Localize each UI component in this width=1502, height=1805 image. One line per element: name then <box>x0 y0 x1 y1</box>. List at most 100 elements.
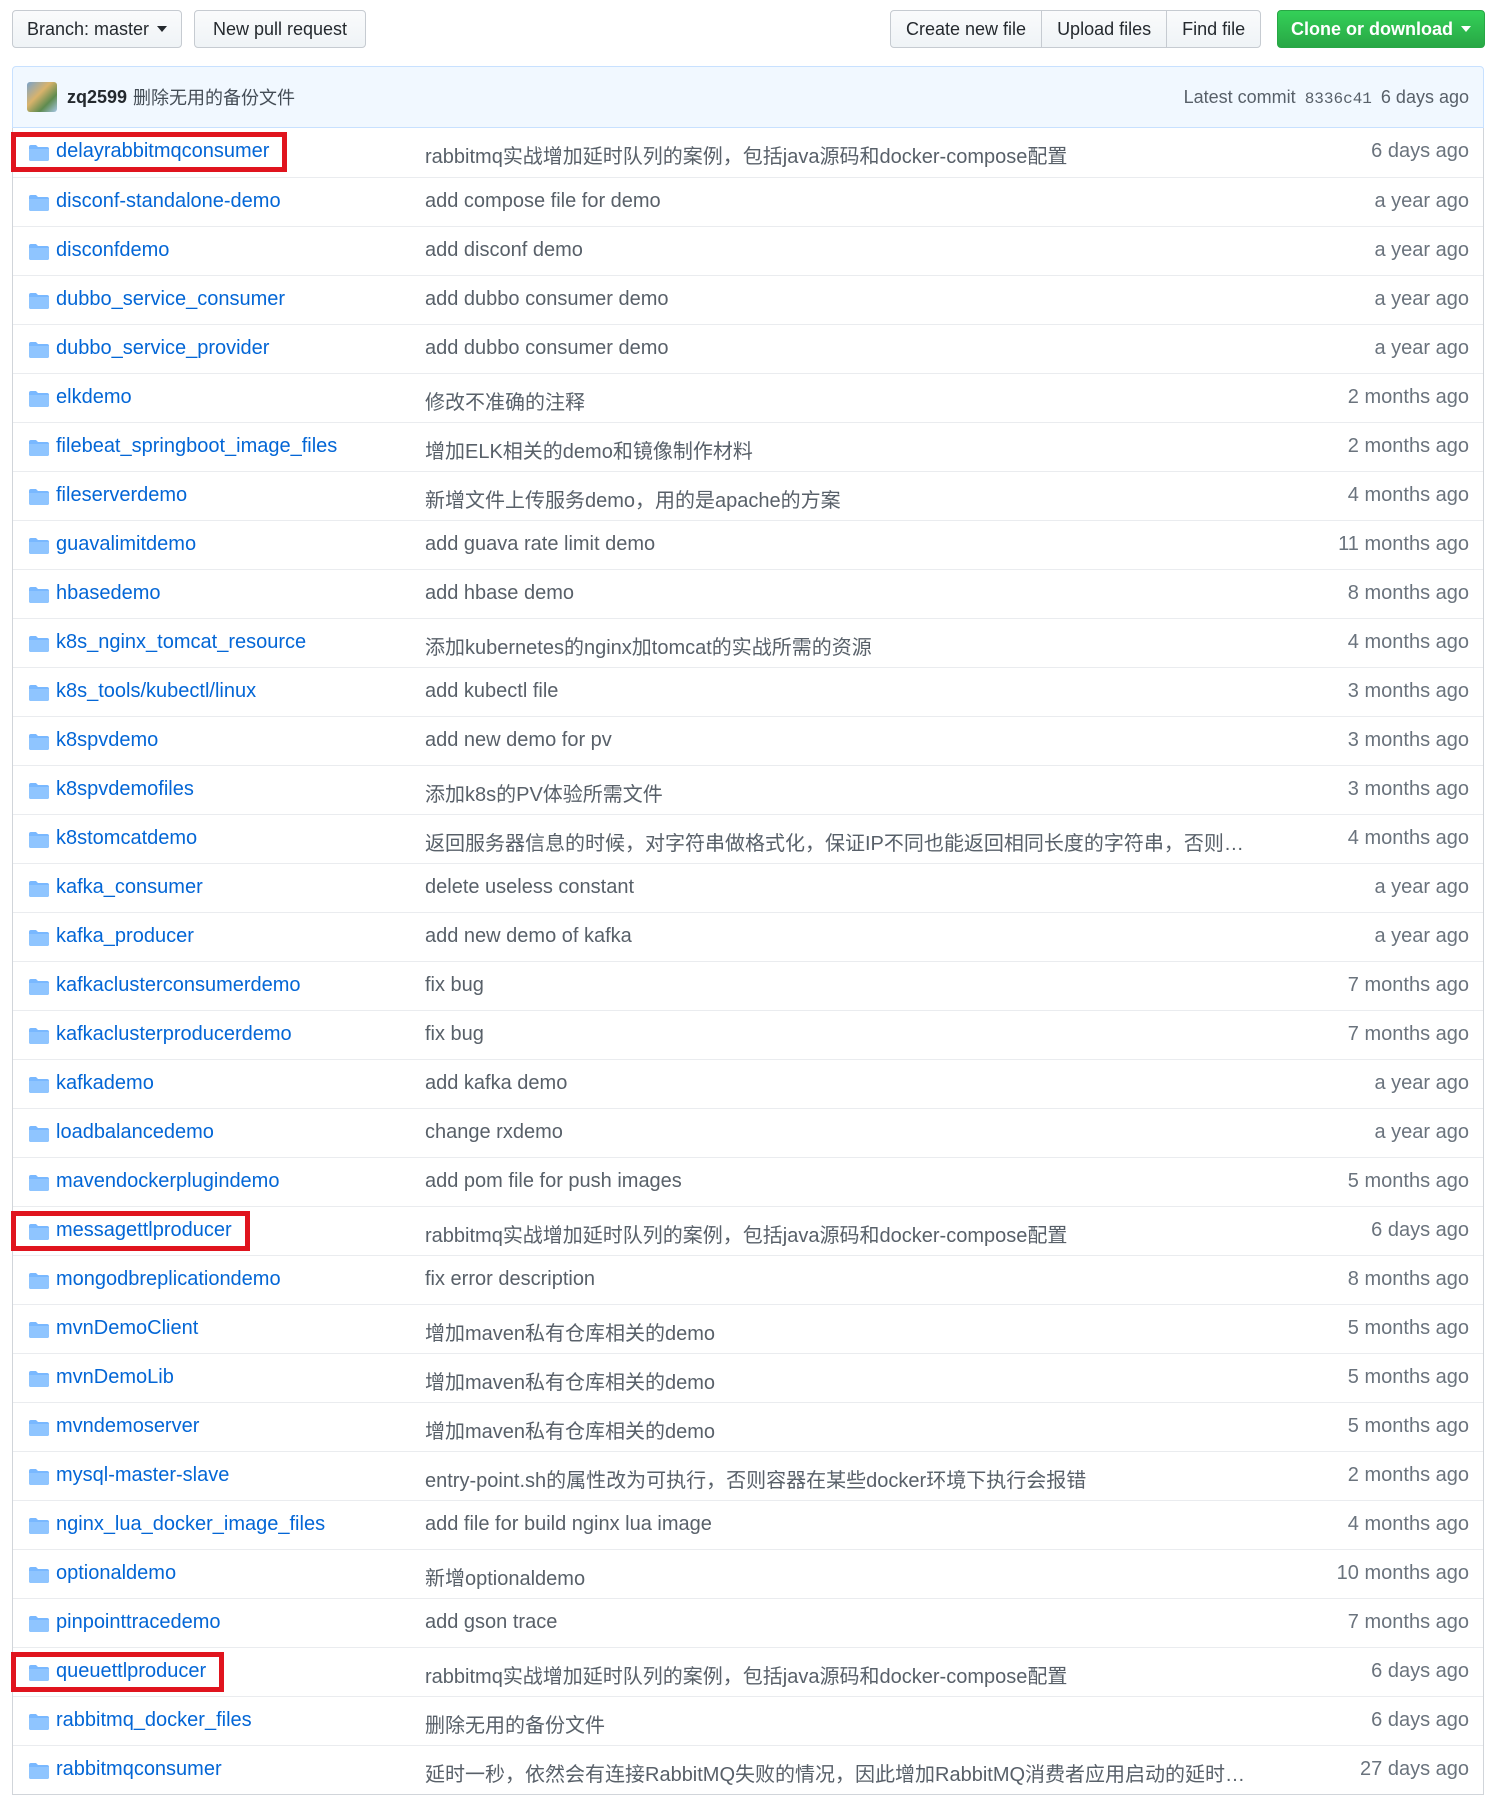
file-name-link[interactable]: mvnDemoClient <box>56 1317 198 1340</box>
commit-age: 5 months ago <box>1347 1317 1469 1339</box>
file-name-link[interactable]: guavalimitdemo <box>56 533 196 556</box>
commit-message-link[interactable]: add guava rate limit demo <box>425 533 1285 556</box>
file-name-link[interactable]: nginx_lua_docker_image_files <box>56 1513 325 1536</box>
file-name-link[interactable]: fileserverdemo <box>56 484 187 507</box>
commit-message-link[interactable]: add kubectl file <box>425 680 1285 703</box>
commit-message-link[interactable]: add new demo for pv <box>425 729 1285 752</box>
table-row: mongodbreplicationdemo fix error descript… <box>13 1255 1483 1304</box>
commit-message-link[interactable]: delete useless constant <box>425 876 1285 899</box>
commit-message-link[interactable]: rabbitmq实战增加延时队列的案例，包括java源码和docker-comp… <box>425 1219 1285 1248</box>
commit-sha-link[interactable]: 8336c41 <box>1305 90 1372 108</box>
avatar[interactable] <box>27 82 57 112</box>
table-row: kafkaclusterconsumerdemo fix bug 7 months … <box>13 961 1483 1010</box>
file-name-link[interactable]: mvndemoserver <box>56 1415 199 1438</box>
file-name-link[interactable]: k8stomcatdemo <box>56 827 197 850</box>
file-name-link[interactable]: loadbalancedemo <box>56 1121 214 1144</box>
commit-message-link[interactable]: 增加maven私有仓库相关的demo <box>425 1317 1285 1346</box>
commit-message-link[interactable]: 修改不准确的注释 <box>425 386 1285 415</box>
commit-message-link[interactable]: 添加kubernetes的nginx加tomcat的实战所需的资源 <box>425 631 1285 660</box>
commit-message-link[interactable]: add file for build nginx lua image <box>425 1513 1285 1536</box>
table-row: kafka_consumer delete useless constant a y… <box>13 863 1483 912</box>
latest-commit-prefix: Latest commit <box>1183 86 1296 107</box>
commit-message-link[interactable]: add new demo of kafka <box>425 925 1285 948</box>
commit-age: a year ago <box>1374 925 1469 947</box>
commit-message-link[interactable]: add dubbo consumer demo <box>425 337 1285 360</box>
branch-select-button[interactable]: Branch: master <box>12 10 182 48</box>
commit-age: 4 months ago <box>1347 827 1469 849</box>
file-name-link[interactable]: kafkademo <box>56 1072 154 1095</box>
commit-message-link[interactable]: 增加maven私有仓库相关的demo <box>425 1366 1285 1395</box>
file-name-link[interactable]: kafka_producer <box>56 925 194 948</box>
table-row: rabbitmqconsumer 延时一秒，依然会有连接RabbitMQ失败的情况… <box>13 1745 1483 1794</box>
commit-message-link[interactable]: fix bug <box>425 974 1285 997</box>
file-name-link[interactable]: elkdemo <box>56 386 132 409</box>
file-name-link[interactable]: kafkaclusterconsumerdemo <box>56 974 301 997</box>
file-name-link[interactable]: disconf-standalone-demo <box>56 190 281 213</box>
commit-message-link[interactable]: change rxdemo <box>425 1121 1285 1144</box>
commit-message-link[interactable]: add gson trace <box>425 1611 1285 1634</box>
commit-message-link[interactable]: 新增文件上传服务demo，用的是apache的方案 <box>425 484 1285 513</box>
commit-author-link[interactable]: zq2599 <box>67 87 127 108</box>
commit-message-link[interactable]: add pom file for push images <box>425 1170 1285 1193</box>
file-name-link[interactable]: mvnDemoLib <box>56 1366 174 1389</box>
table-row: dubbo_service_consumer add dubbo consumer… <box>13 275 1483 324</box>
file-name-link[interactable]: mysql-master-slave <box>56 1464 229 1487</box>
file-name-link[interactable]: optionaldemo <box>56 1562 176 1585</box>
folder-icon <box>29 1517 49 1534</box>
commit-message-link[interactable]: 返回服务器信息的时候，对字符串做格式化，保证IP不同也能返回相同长度的字符串，否… <box>425 827 1285 856</box>
find-file-button[interactable]: Find file <box>1166 10 1262 48</box>
commit-message-link[interactable]: add dubbo consumer demo <box>425 288 1285 311</box>
clone-or-download-label: Clone or download <box>1291 18 1453 39</box>
upload-files-button[interactable]: Upload files <box>1041 10 1168 48</box>
file-name-link[interactable]: dubbo_service_provider <box>56 337 269 360</box>
file-name-link[interactable]: rabbitmq_docker_files <box>56 1709 252 1732</box>
file-name-link[interactable]: k8s_nginx_tomcat_resource <box>56 631 306 654</box>
file-name-link[interactable]: pinpointtracedemo <box>56 1611 221 1634</box>
commit-message-link[interactable]: add compose file for demo <box>425 190 1285 213</box>
commit-message-link[interactable]: 增加maven私有仓库相关的demo <box>425 1415 1285 1444</box>
file-name-link[interactable]: k8s_tools/kubectl/linux <box>56 680 256 703</box>
commit-message-link[interactable]: rabbitmq实战增加延时队列的案例，包括java源码和docker-comp… <box>425 140 1285 169</box>
file-name-link[interactable]: rabbitmqconsumer <box>56 1758 222 1781</box>
commit-message-link[interactable]: 删除无用的备份文件 <box>133 84 295 110</box>
folder-icon <box>29 1321 49 1338</box>
commit-message-link[interactable]: 新增optionaldemo <box>425 1562 1285 1591</box>
file-name-link[interactable]: hbasedemo <box>56 582 161 605</box>
clone-or-download-button[interactable]: Clone or download <box>1277 10 1485 48</box>
folder-icon <box>29 978 49 995</box>
new-pull-request-button[interactable]: New pull request <box>194 10 366 48</box>
file-name-link[interactable]: k8spvdemo <box>56 729 158 752</box>
latest-commit-bar: zq2599 删除无用的备份文件 Latest commit 8336c41 6… <box>12 66 1484 128</box>
commit-message-link[interactable]: add hbase demo <box>425 582 1285 605</box>
folder-icon <box>29 1370 49 1387</box>
commit-message-link[interactable]: 添加k8s的PV体验所需文件 <box>425 778 1285 807</box>
commit-message-link[interactable]: add kafka demo <box>425 1072 1285 1095</box>
commit-age: 6 days ago <box>1371 1660 1469 1682</box>
commit-message-link[interactable]: fix bug <box>425 1023 1285 1046</box>
file-name-link[interactable]: kafkaclusterproducerdemo <box>56 1023 292 1046</box>
commit-message-link[interactable]: rabbitmq实战增加延时队列的案例，包括java源码和docker-comp… <box>425 1660 1285 1689</box>
folder-icon <box>29 880 49 897</box>
create-new-file-button[interactable]: Create new file <box>890 10 1043 48</box>
commit-message-link[interactable]: 删除无用的备份文件 <box>425 1709 1285 1738</box>
commit-message-link[interactable]: 增加ELK相关的demo和镜像制作材料 <box>425 435 1285 464</box>
commit-message-link[interactable]: entry-point.sh的属性改为可执行，否则容器在某些docker环境下执… <box>425 1464 1285 1493</box>
caret-down-icon <box>157 26 168 32</box>
file-name-link[interactable]: kafka_consumer <box>56 876 203 899</box>
folder-icon <box>29 1125 49 1142</box>
commit-message-link[interactable]: add disconf demo <box>425 239 1285 262</box>
file-name-link[interactable]: dubbo_service_consumer <box>56 288 285 311</box>
file-name-link[interactable]: mavendockerplugindemo <box>56 1170 279 1193</box>
commit-age: 7 months ago <box>1347 1023 1469 1045</box>
commit-message-link[interactable]: fix error description <box>425 1268 1285 1291</box>
file-name-link[interactable]: disconfdemo <box>56 239 169 262</box>
commit-age: a year ago <box>1374 337 1469 359</box>
highlight-box <box>11 1211 250 1251</box>
commit-age: 5 months ago <box>1347 1170 1469 1192</box>
latest-commit-info: Latest commit 8336c41 6 days ago <box>1184 87 1469 108</box>
file-name-link[interactable]: k8spvdemofiles <box>56 778 194 801</box>
file-name-link[interactable]: mongodbreplicationdemo <box>56 1268 281 1291</box>
commit-message-link[interactable]: 延时一秒，依然会有连接RabbitMQ失败的情况，因此增加RabbitMQ消费者… <box>425 1758 1285 1787</box>
file-name-link[interactable]: filebeat_springboot_image_files <box>56 435 337 458</box>
folder-icon <box>29 537 49 554</box>
